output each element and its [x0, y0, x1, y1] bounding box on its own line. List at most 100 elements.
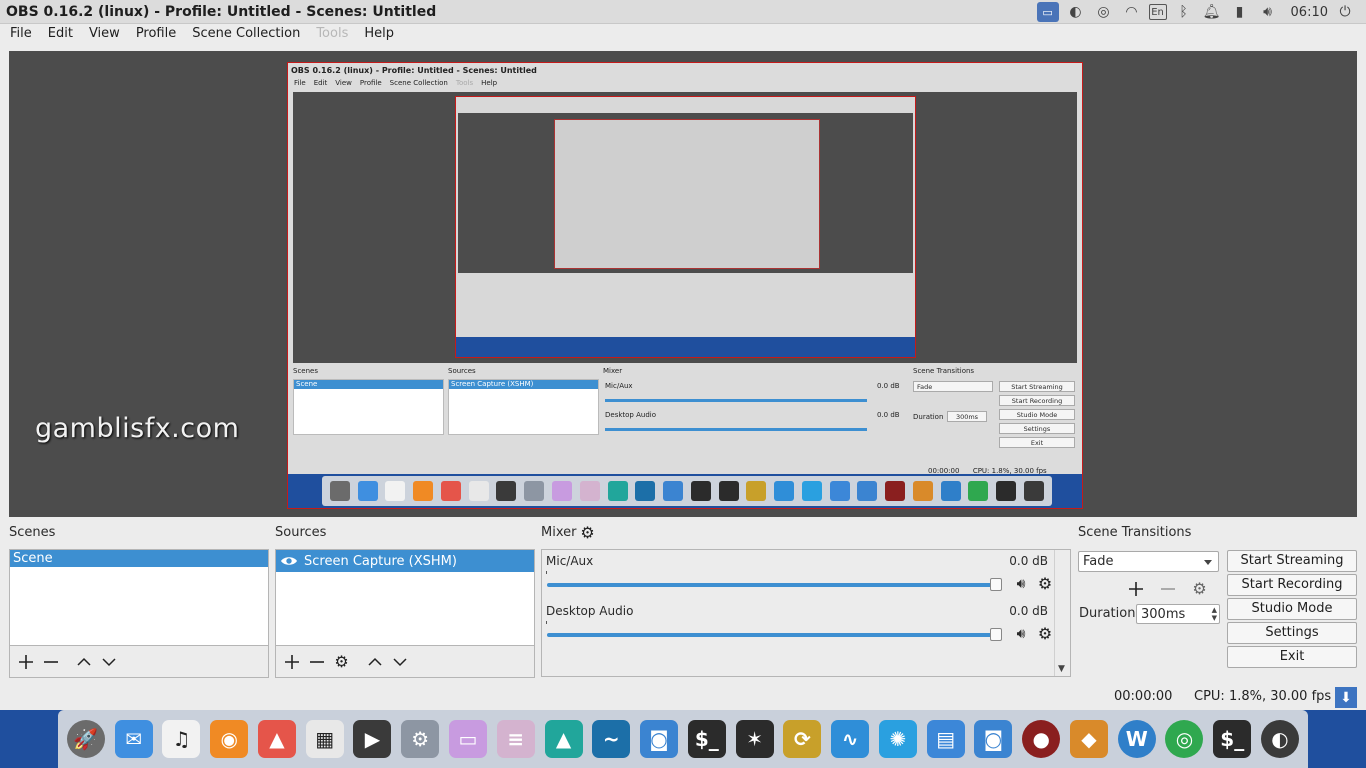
scroll-down-icon[interactable]: ▼ — [1058, 664, 1065, 674]
move-source-down-button[interactable] — [391, 653, 408, 670]
dock-item[interactable]: ⟳ — [778, 715, 826, 763]
dock-item[interactable]: ▤ — [922, 715, 970, 763]
mixer-settings-button[interactable]: ⚙ — [579, 524, 596, 541]
start-recording-button[interactable]: Start Recording — [1227, 574, 1357, 596]
move-source-up-button[interactable] — [366, 653, 383, 670]
source-item[interactable]: Screen Capture (XSHM) — [276, 550, 534, 572]
dock-item[interactable]: ~ — [587, 715, 635, 763]
duration-spinbox[interactable]: 300ms ▲ ▼ — [1136, 604, 1220, 624]
dock-item[interactable]: ▲ — [253, 715, 301, 763]
dock-item[interactable]: ≡ — [492, 715, 540, 763]
dock-item[interactable]: ◙ — [635, 715, 683, 763]
gear-icon: ⚙ — [1037, 574, 1053, 593]
dock-item[interactable]: ✉ — [110, 715, 158, 763]
dock-item[interactable]: ● — [1017, 715, 1065, 763]
camera-icon — [857, 481, 878, 501]
bluetooth-icon[interactable]: ᛒ — [1173, 2, 1195, 22]
spin-arrows-icon[interactable]: ▲ ▼ — [1212, 606, 1217, 622]
move-scene-down-button[interactable] — [100, 653, 117, 670]
scenes-list[interactable]: Scene — [9, 549, 269, 646]
level-meter — [546, 571, 547, 574]
screen-capture-source[interactable]: OBS 0.16.2 (linux) - Profile: Untitled -… — [287, 62, 1083, 509]
speaker-icon[interactable]: 🔊︎ — [1012, 626, 1030, 642]
clock[interactable]: 06:10 — [1291, 5, 1328, 20]
nested-desktop-label: Desktop Audio — [605, 411, 656, 419]
volume-slider[interactable] — [547, 633, 994, 637]
transition-select[interactable]: Fade — [1078, 551, 1219, 572]
add-scene-button[interactable] — [17, 653, 34, 670]
sources-list[interactable]: Screen Capture (XSHM) — [275, 549, 535, 646]
sources-toolbar: ⚙ — [275, 645, 535, 678]
recording-time: 00:00:00 — [1114, 689, 1173, 704]
dock-item[interactable]: ♫ — [158, 715, 206, 763]
dock-item[interactable]: ✶ — [731, 715, 779, 763]
menu-view[interactable]: View — [79, 26, 126, 41]
dock-item[interactable]: ◙ — [970, 715, 1018, 763]
dock-item[interactable]: W — [1113, 715, 1161, 763]
dock-item[interactable]: $_ — [1208, 715, 1256, 763]
source-item-label: Screen Capture (XSHM) — [304, 553, 457, 569]
volume-icon[interactable]: 🔊︎ — [1257, 2, 1279, 22]
add-transition-button[interactable] — [1127, 580, 1144, 597]
chrome-icon[interactable]: ◎ — [1093, 2, 1115, 22]
settings-button[interactable]: Settings — [1227, 622, 1357, 644]
move-scene-up-button[interactable] — [75, 653, 92, 670]
start-streaming-button[interactable]: Start Streaming — [1227, 550, 1357, 572]
battery-icon[interactable]: ▮ — [1229, 2, 1251, 22]
dock-item[interactable]: ∿ — [826, 715, 874, 763]
dock-item[interactable]: ◎ — [1161, 715, 1209, 763]
remove-scene-button[interactable] — [42, 653, 59, 670]
nested-sources-list: Screen Capture (XSHM) — [448, 379, 599, 435]
nested-menu-item: Help — [481, 79, 498, 87]
source-properties-button[interactable]: ⚙ — [333, 653, 350, 670]
track-settings-button[interactable]: ⚙ — [1036, 626, 1054, 642]
dock-item[interactable]: 🚀 — [62, 715, 110, 763]
dock-item[interactable]: ◉ — [205, 715, 253, 763]
nested-desktop-slider — [605, 428, 867, 431]
studio-mode-button[interactable]: Studio Mode — [1227, 598, 1357, 620]
transition-properties-button[interactable]: ⚙ — [1191, 580, 1208, 597]
scene-item[interactable]: Scene — [10, 550, 268, 567]
slider-handle[interactable] — [990, 628, 1002, 641]
track-name: Desktop Audio — [546, 604, 634, 618]
keyboard-icon[interactable]: En — [1148, 4, 1167, 20]
menu-profile[interactable]: Profile — [126, 26, 182, 41]
dock-item[interactable]: ▶ — [349, 715, 397, 763]
cast-icon[interactable]: ▭ — [1036, 2, 1059, 22]
dock-item[interactable]: ⚙ — [396, 715, 444, 763]
preview-canvas[interactable]: gamblisfx.com OBS 0.16.2 (linux) - Profi… — [9, 51, 1357, 517]
dock-item[interactable]: ◐ — [1256, 715, 1304, 763]
menu-scene-collection[interactable]: Scene Collection — [182, 26, 306, 41]
track-settings-button[interactable]: ⚙ — [1036, 576, 1054, 592]
power-icon[interactable]: ⏻ — [1334, 2, 1356, 22]
plus-icon — [1128, 581, 1143, 596]
menu-file[interactable]: File — [0, 26, 38, 41]
screenshot-icon: ◙ — [640, 720, 679, 758]
menu-help[interactable]: Help — [354, 26, 400, 41]
add-source-button[interactable] — [283, 653, 300, 670]
dock-item[interactable]: ▭ — [444, 715, 492, 763]
eye-icon[interactable] — [280, 555, 298, 567]
wifi-icon[interactable]: ◠ — [1121, 2, 1143, 22]
menu-edit[interactable]: Edit — [38, 26, 79, 41]
nested-mic-label: Mic/Aux — [605, 382, 633, 390]
remove-source-button[interactable] — [308, 653, 325, 670]
speaker-icon[interactable]: 🔊︎ — [1012, 576, 1030, 592]
volume-slider[interactable] — [547, 583, 994, 587]
download-icon[interactable]: ⬇ — [1335, 687, 1357, 708]
exit-button[interactable]: Exit — [1227, 646, 1357, 668]
firefox-icon: ◉ — [210, 720, 249, 758]
dock-item[interactable]: ▦ — [301, 715, 349, 763]
gear-icon: ⚙ — [334, 651, 349, 671]
remove-transition-button[interactable] — [1159, 580, 1176, 597]
dock-item[interactable]: ▲ — [540, 715, 588, 763]
dock-item[interactable]: ✺ — [874, 715, 922, 763]
terminal-2-icon: $_ — [1213, 720, 1252, 758]
dock-item[interactable]: $_ — [683, 715, 731, 763]
mixer-scrollbar[interactable]: ▼ — [1054, 550, 1070, 676]
obs-icon[interactable]: ◐ — [1065, 2, 1087, 22]
bell-icon[interactable]: 🔔︎ — [1201, 2, 1223, 22]
dock-item[interactable]: ◆ — [1065, 715, 1113, 763]
nested-mic-db: 0.0 dB — [877, 382, 900, 390]
slider-handle[interactable] — [990, 578, 1002, 591]
